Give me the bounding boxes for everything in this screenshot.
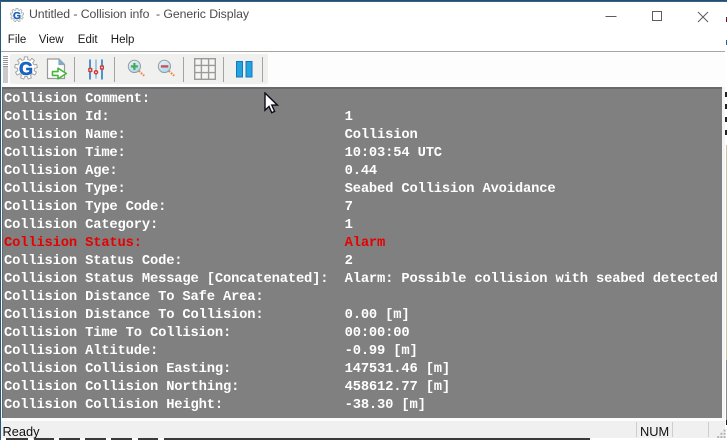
svg-text:G: G (13, 11, 21, 22)
svg-text:G: G (19, 59, 33, 79)
